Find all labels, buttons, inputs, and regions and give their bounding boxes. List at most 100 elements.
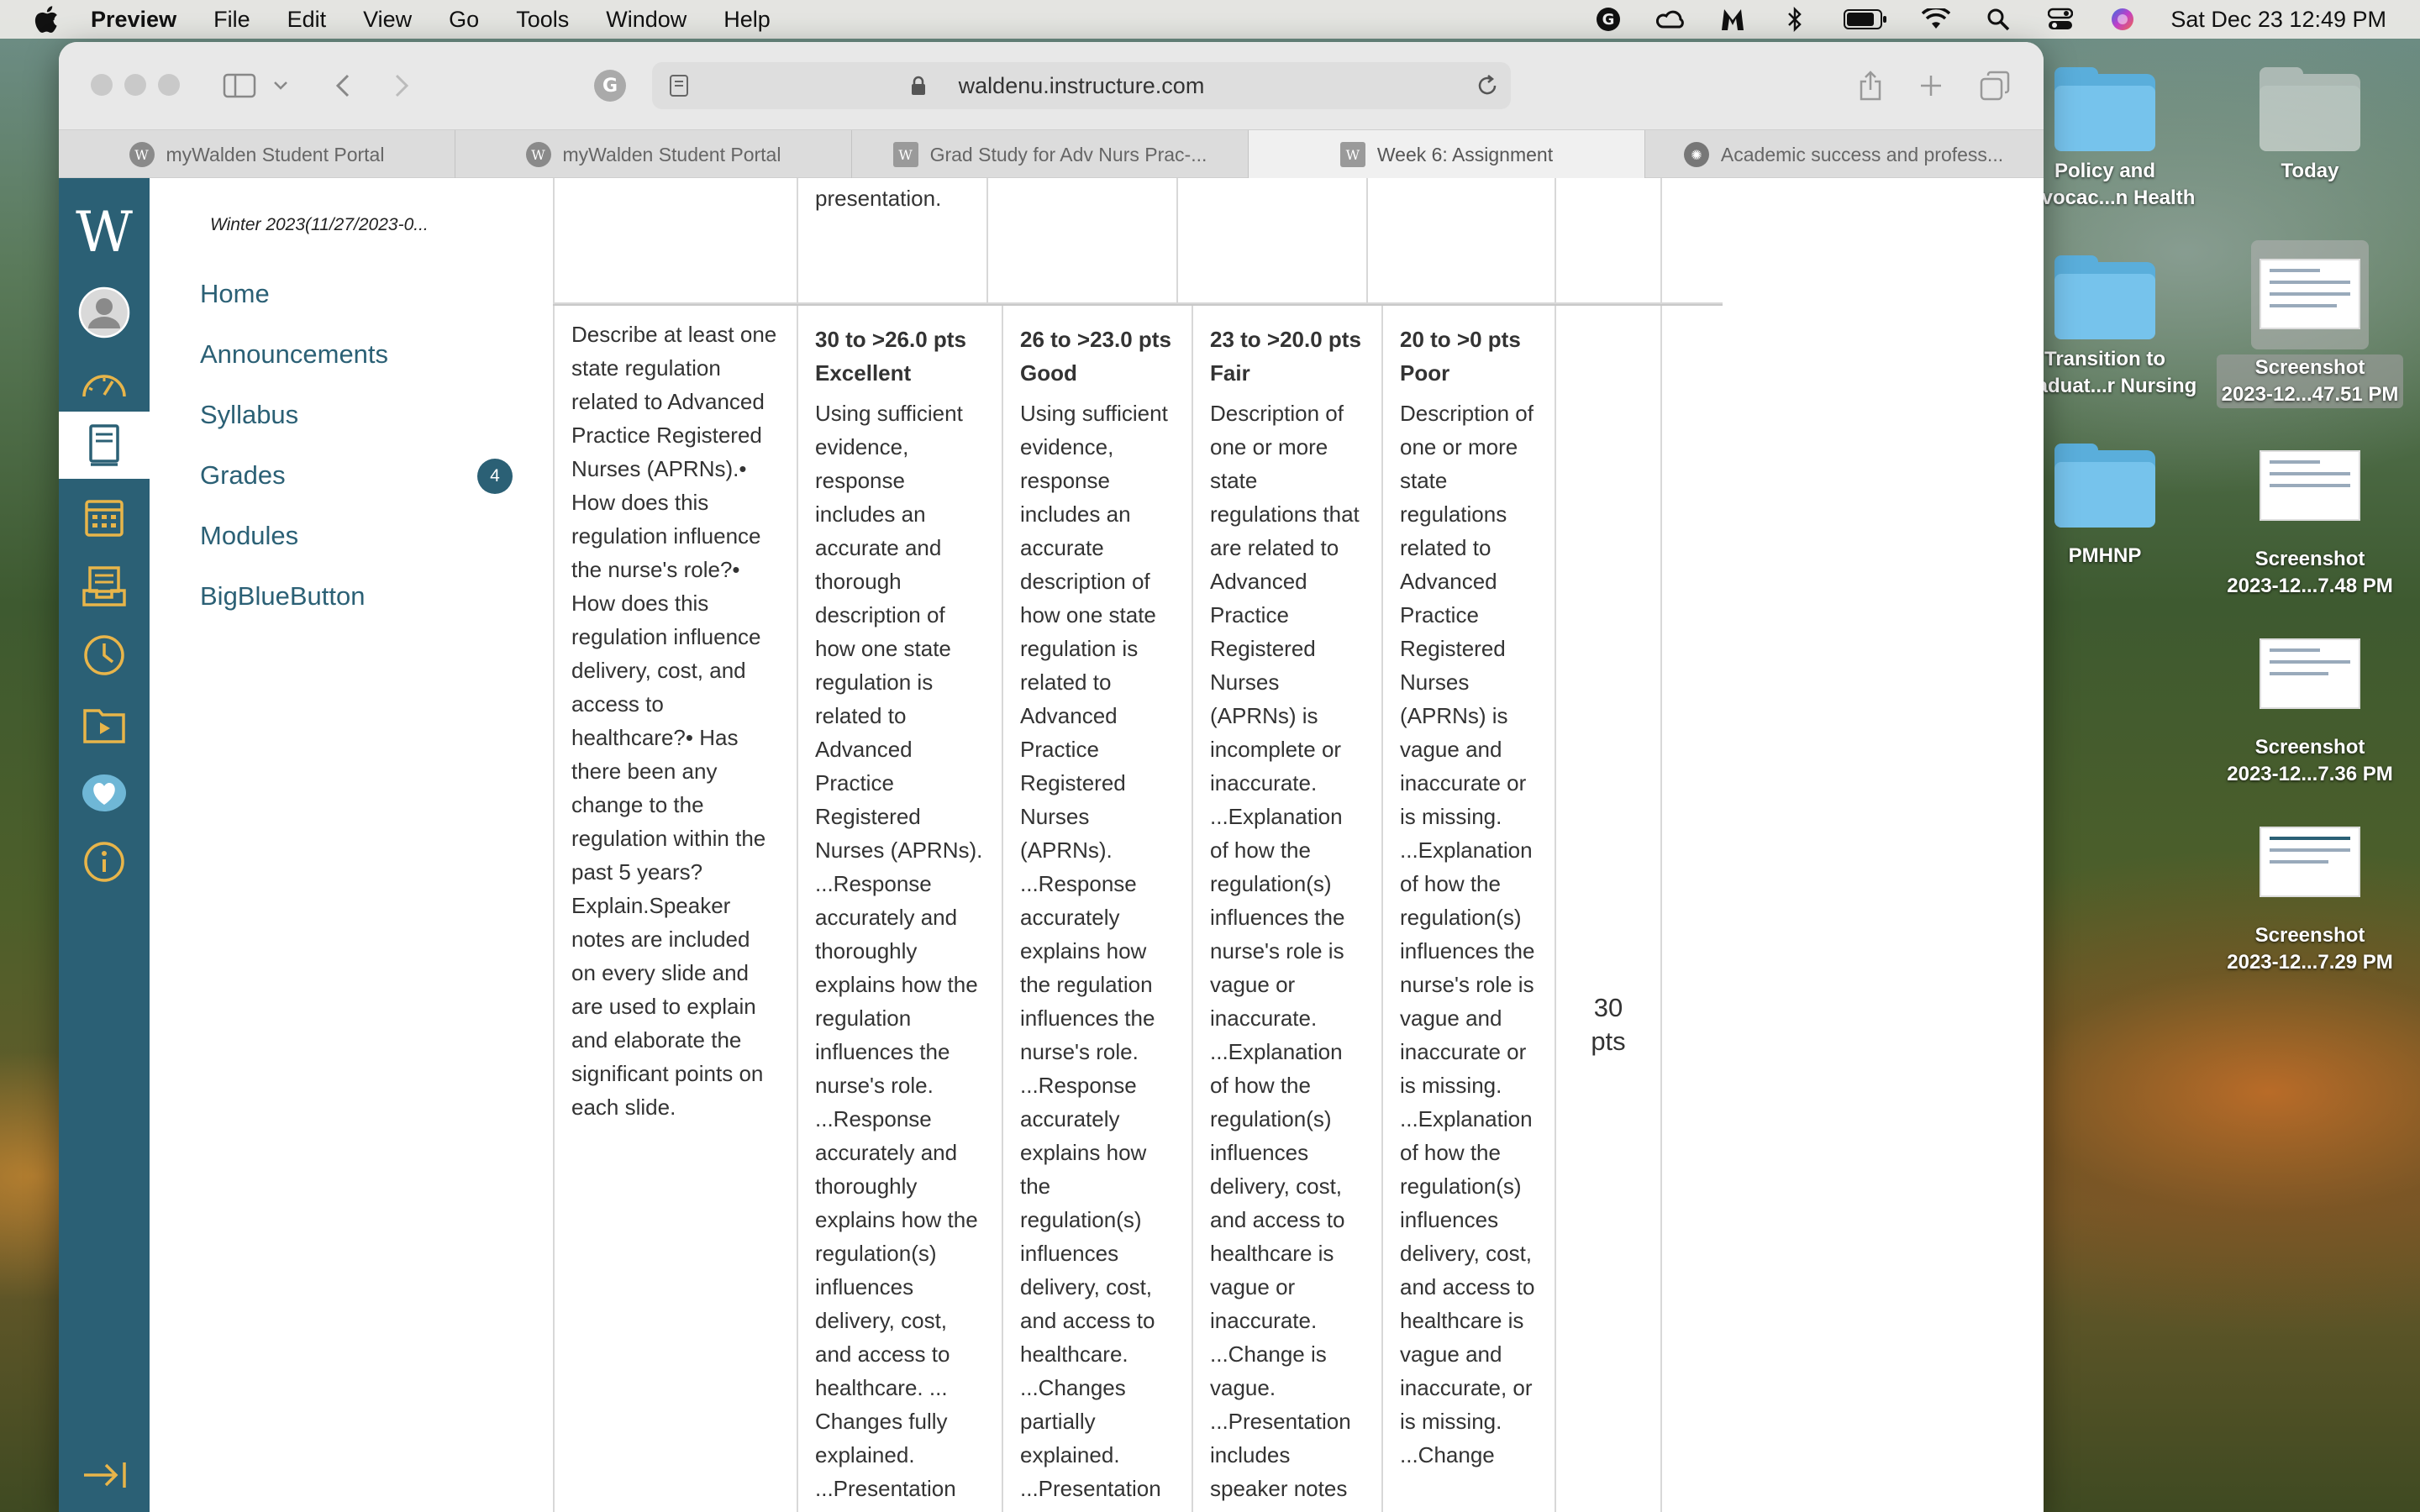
creative-cloud-icon[interactable] [1656,5,1685,34]
rubric-table: presentation. Describe at least one stat… [553,178,1723,1512]
desktop-icon-label: Screenshot 2023-12...7.36 PM [2227,736,2393,785]
info-icon[interactable] [74,832,134,892]
tab-mywalden-1[interactable]: WmyWalden Student Portal [59,130,455,179]
walden-logo[interactable]: W [59,203,150,262]
chevron-down-icon[interactable] [264,69,297,102]
folder-icon [2054,67,2155,151]
canvas-favicon-icon: W [1339,142,1365,167]
url-text: waldenu.instructure.com [958,73,1205,98]
rating-good-cell[interactable]: 26 to >23.0 pts Good Using sufficient ev… [1002,306,1192,1512]
menu-clock[interactable]: Sat Dec 23 12:49 PM [2170,7,2386,33]
page-menu-icon[interactable] [669,74,689,102]
tab-title: Week 6: Assignment [1376,143,1554,165]
screenshot-thumbnail-icon [2260,638,2360,709]
criterion-total-points: 30 pts [1591,993,1626,1056]
global-navigation: W [59,178,150,1512]
rating-fair-cell[interactable]: 23 to >20.0 pts Fair Description of one … [1192,306,1381,1512]
sidebar-toggle-icon[interactable] [220,69,259,102]
close-window-button[interactable] [91,74,113,96]
rating-label: Fair [1210,360,1250,386]
grammarly-extension-icon[interactable]: G [593,69,627,102]
rating-label: Poor [1400,360,1450,386]
prev-row-rating-cell [986,178,1176,302]
course-nav-grades[interactable]: Grades [200,460,286,491]
desktop-screenshot-736[interactable]: Screenshot 2023-12...7.36 PM [2213,638,2407,788]
courses-icon[interactable] [59,412,150,479]
collapse-nav-arrow-icon[interactable] [74,1445,134,1505]
calendar-icon[interactable] [74,487,134,548]
new-tab-plus-icon[interactable] [1914,69,1948,102]
course-nav-modules[interactable]: Modules [200,521,298,551]
tab-mywalden-2[interactable]: WmyWalden Student Portal [455,130,852,179]
studio-icon[interactable] [74,694,134,754]
walden-favicon-icon: W [525,142,551,167]
control-center-icon[interactable] [2046,5,2075,34]
siri-icon[interactable] [2108,5,2137,34]
rating-description: Using sufficient evidence, response incl… [815,401,983,1512]
minimize-window-button[interactable] [124,74,146,96]
desktop-icon-label: Today [2281,160,2339,182]
course-nav-syllabus[interactable]: Syllabus [200,400,298,430]
rating-description: Using sufficient evidence, response incl… [1020,401,1168,1512]
reload-icon[interactable] [1476,74,1499,102]
menu-bar: Preview File Edit View Go Tools Window H… [0,0,2420,39]
rating-poor-cell[interactable]: 20 to >0 pts Poor Description of one or … [1381,306,1555,1512]
malwarebytes-icon[interactable] [1718,5,1747,34]
battery-icon[interactable] [1843,5,1888,34]
zoom-window-button[interactable] [158,74,180,96]
spotlight-search-icon[interactable] [1984,5,2012,34]
prev-row-criterion-cell [553,178,797,302]
menu-file[interactable]: File [213,7,250,33]
tab-title: Grad Study for Adv Nurs Prac-... [929,143,1207,165]
url-bar[interactable]: waldenu.instructure.com [652,62,1511,109]
grades-count-badge: 4 [477,459,513,494]
forward-arrow-icon[interactable] [385,69,418,102]
desktop-screenshot-4751[interactable]: Screenshot 2023-12...47.51 PM [2213,240,2407,408]
course-navigation: Winter 2023(11/27/2023-0... Home Announc… [150,178,551,1512]
screenshot-thumbnail-icon [2260,259,2360,329]
course-nav-announcements[interactable]: Announcements [200,339,388,370]
course-term-label: Winter 2023(11/27/2023-0... [210,215,429,234]
bluetooth-icon[interactable] [1781,5,1809,34]
folder-icon [2054,255,2155,339]
desktop-screenshot-729[interactable]: Screenshot 2023-12...7.29 PM [2213,827,2407,976]
browser-window: G waldenu.instructure.com WmyWalden Stud… [59,42,2044,1512]
rating-points: 20 to >0 pts [1400,327,1521,352]
tab-grad-study[interactable]: W Grad Study for Adv Nurs Prac-... [852,130,1249,179]
wifi-icon[interactable] [1922,5,1951,34]
folder-icon [2260,67,2360,151]
course-nav-bigbluebutton[interactable]: BigBlueButton [200,581,365,612]
help-heart-icon[interactable] [74,763,134,823]
selection-highlight [2251,240,2369,349]
menu-tools[interactable]: Tools [516,7,569,33]
browser-toolbar: G waldenu.instructure.com [59,42,2044,129]
back-arrow-icon[interactable] [326,69,360,102]
rating-points: 30 to >26.0 pts [815,327,966,352]
rating-label: Good [1020,360,1077,386]
menu-view[interactable]: View [363,7,412,33]
grammarly-icon[interactable]: G [1594,5,1623,34]
criterion-cell: Describe at least one state regulation r… [553,306,797,1512]
menu-app-name[interactable]: Preview [91,7,176,33]
course-nav-home[interactable]: Home [200,279,270,309]
apple-icon[interactable] [34,5,59,34]
tab-week6-assignment[interactable]: W Week 6: Assignment [1249,130,1645,179]
menu-help[interactable]: Help [723,7,771,33]
dashboard-icon[interactable] [74,353,134,413]
inbox-icon[interactable] [74,556,134,617]
menu-edit[interactable]: Edit [287,7,327,33]
rating-description: Description of one or more state regulat… [1400,401,1535,1467]
account-icon[interactable] [74,282,134,343]
page-content: W Winter 2023(11/27/2023-0... Home Annou… [59,178,2044,1512]
rating-excellent-cell[interactable]: 30 to >26.0 pts Excellent Using sufficie… [797,306,1002,1512]
tab-academic-success[interactable]: ✺ Academic success and profess... [1645,130,2042,179]
history-clock-icon[interactable] [74,625,134,685]
tab-overview-icon[interactable] [1978,69,2012,102]
walden-favicon-icon: W [129,142,155,167]
desktop-screenshot-748[interactable]: Screenshot 2023-12...7.48 PM [2213,450,2407,600]
desktop-folder-today[interactable]: Today [2213,67,2407,185]
gear-favicon-icon: ✺ [1683,142,1709,167]
menu-go[interactable]: Go [449,7,479,33]
share-icon[interactable] [1854,69,1887,102]
menu-window[interactable]: Window [606,7,687,33]
